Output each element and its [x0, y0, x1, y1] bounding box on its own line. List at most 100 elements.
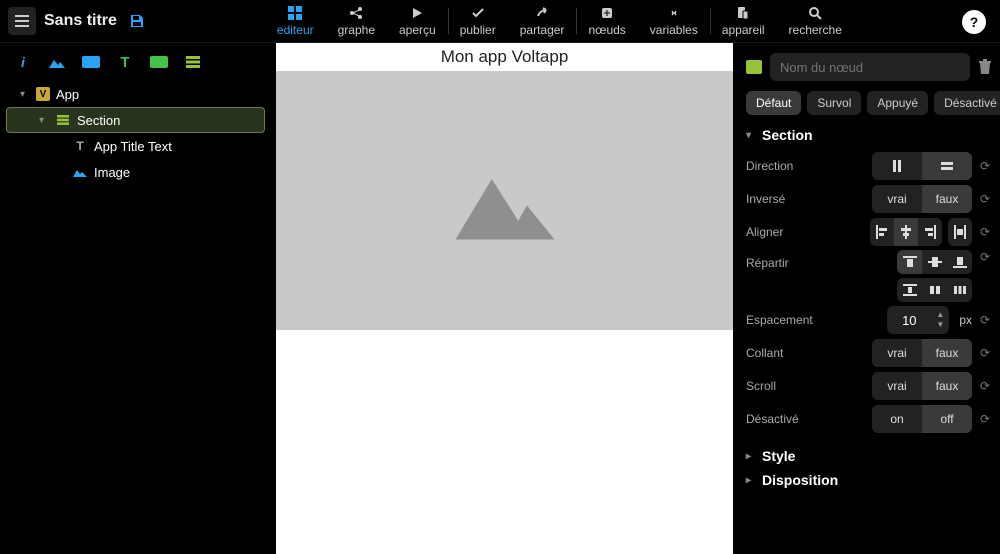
state-defaut[interactable]: Défaut	[746, 91, 801, 115]
help-button[interactable]: ?	[962, 10, 986, 34]
info-icon[interactable]: i	[14, 55, 32, 69]
tab-graphe[interactable]: graphe	[326, 0, 387, 42]
app-canvas[interactable]: Mon app Voltapp	[276, 43, 733, 554]
direction-column-icon[interactable]	[922, 152, 972, 180]
state-survol[interactable]: Survol	[807, 91, 861, 115]
tree-node-title-text[interactable]: T App Title Text	[6, 133, 265, 159]
section-tool-icon[interactable]	[184, 55, 202, 69]
inverse-toggle[interactable]: vrai faux	[872, 185, 972, 213]
scroll-toggle[interactable]: vrai faux	[872, 372, 972, 400]
menu-button[interactable]	[8, 7, 36, 35]
prop-desactive: Désactivé on off ⟳	[746, 404, 992, 434]
align-end-icon[interactable]	[918, 218, 942, 246]
align-stretch-icon[interactable]	[948, 218, 972, 246]
distribute-row1[interactable]	[897, 250, 972, 274]
dist-4-icon[interactable]	[897, 278, 922, 302]
dist-1-icon[interactable]	[897, 250, 922, 274]
section-icon	[55, 113, 71, 127]
tab-publier[interactable]: publier	[448, 0, 508, 42]
prop-repartir: Répartir ⟳	[746, 250, 992, 302]
distribute-row2[interactable]	[897, 278, 972, 302]
tab-variables[interactable]: variables	[638, 0, 710, 42]
prop-inverse: Inversé vrai faux ⟳	[746, 184, 992, 214]
direction-toggle[interactable]	[872, 152, 972, 180]
tree-label: Image	[94, 165, 130, 180]
top-bar: Sans titre editeur graphe aperçu publier	[0, 0, 1000, 43]
link-icon[interactable]: ⟳	[978, 192, 992, 206]
panel-section[interactable]: ▾ Section	[746, 127, 992, 143]
link-icon[interactable]: ⟳	[978, 346, 992, 360]
tree-node-section[interactable]: ▾ Section	[6, 107, 265, 133]
check-icon	[471, 5, 485, 21]
desactive-off[interactable]: off	[922, 405, 972, 433]
direction-row-icon[interactable]	[872, 152, 922, 180]
caret-icon: ▸	[746, 475, 756, 486]
plus-icon	[600, 5, 614, 21]
collant-toggle[interactable]: vrai faux	[872, 339, 972, 367]
prop-scroll: Scroll vrai faux ⟳	[746, 371, 992, 401]
inverse-true[interactable]: vrai	[872, 185, 922, 213]
caret-icon: ▾	[39, 115, 49, 126]
tab-appareil[interactable]: appareil	[710, 0, 777, 42]
align-center-icon[interactable]	[894, 218, 918, 246]
dist-6-icon[interactable]	[947, 278, 972, 302]
dist-2-icon[interactable]	[922, 250, 947, 274]
rect-tool-icon[interactable]	[82, 55, 100, 69]
state-tabs: Défaut Survol Appuyé Désactivé	[746, 91, 992, 115]
align-stretch[interactable]	[948, 218, 972, 246]
state-appuye[interactable]: Appuyé	[867, 91, 928, 115]
canvas-area: Mon app Voltapp	[271, 43, 738, 554]
stepper[interactable]: ▲▼	[931, 311, 949, 329]
grid-icon	[288, 5, 302, 21]
scroll-false[interactable]: faux	[922, 372, 972, 400]
dist-5-icon[interactable]	[922, 278, 947, 302]
tree-label: App	[56, 87, 79, 102]
trash-icon[interactable]	[978, 59, 992, 75]
document-title: Sans titre	[44, 12, 117, 30]
tab-apercu[interactable]: aperçu	[387, 0, 448, 42]
tree-node-image[interactable]: Image	[6, 159, 265, 185]
inverse-false[interactable]: faux	[922, 185, 972, 213]
app-icon: V	[36, 87, 50, 101]
prop-direction: Direction ⟳	[746, 151, 992, 181]
link-icon[interactable]: ⟳	[978, 225, 992, 239]
tree-label: Section	[77, 113, 120, 128]
save-icon[interactable]	[129, 13, 145, 29]
state-desactive[interactable]: Désactivé	[934, 91, 1000, 115]
desactive-on[interactable]: on	[872, 405, 922, 433]
play-icon	[411, 5, 423, 21]
dist-3-icon[interactable]	[947, 250, 972, 274]
container-tool-icon[interactable]	[150, 55, 168, 69]
link-icon[interactable]: ⟳	[978, 250, 992, 274]
tab-partager[interactable]: partager	[508, 0, 577, 42]
link-icon[interactable]: ⟳	[978, 379, 992, 393]
scroll-true[interactable]: vrai	[872, 372, 922, 400]
link-icon[interactable]: ⟳	[978, 159, 992, 173]
desactive-toggle[interactable]: on off	[872, 405, 972, 433]
caret-icon: ▾	[20, 89, 30, 100]
prop-aligner: Aligner ⟳	[746, 217, 992, 247]
element-toolbar: i T	[6, 51, 265, 81]
left-panel: i T ▾ V App ▾ Section	[0, 43, 271, 554]
link-icon[interactable]: ⟳	[978, 313, 992, 327]
prop-espacement: Espacement 10 ▲▼ px ⟳	[746, 305, 992, 335]
collant-false[interactable]: faux	[922, 339, 972, 367]
tree-node-app[interactable]: ▾ V App	[6, 81, 265, 107]
panel-disposition[interactable]: ▸ Disposition	[746, 472, 992, 488]
link-icon[interactable]: ⟳	[978, 412, 992, 426]
image-placeholder[interactable]	[276, 71, 733, 330]
align-group[interactable]	[870, 218, 942, 246]
tab-editeur[interactable]: editeur	[265, 0, 326, 42]
arrow-icon	[535, 5, 549, 21]
align-start-icon[interactable]	[870, 218, 894, 246]
image-tool-icon[interactable]	[48, 55, 66, 69]
text-tool-icon[interactable]: T	[116, 55, 134, 69]
caret-icon: ▸	[746, 451, 756, 462]
node-name-input[interactable]	[770, 53, 970, 81]
collant-true[interactable]: vrai	[872, 339, 922, 367]
spacing-input[interactable]: 10 ▲▼	[887, 306, 949, 334]
panel-style[interactable]: ▸ Style	[746, 448, 992, 464]
node-tree: ▾ V App ▾ Section T App Title Text	[6, 81, 265, 185]
tab-recherche[interactable]: recherche	[777, 0, 854, 42]
tab-noeuds[interactable]: nœuds	[576, 0, 637, 42]
